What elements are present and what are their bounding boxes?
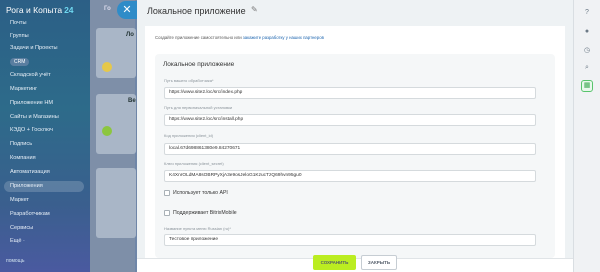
partners-link[interactable]: закажите разработку у наших партнеров [243, 35, 324, 40]
sidebar-item-kedo[interactable]: КЭДО + Госключ [10, 127, 53, 133]
sidebar-item-groups[interactable]: Группы [10, 33, 29, 39]
close-button[interactable]: ЗАКРЫТЬ [361, 255, 397, 270]
sidebar-item-crm[interactable]: CRM [10, 58, 30, 66]
portal-logo[interactable]: Рога и Копыта 24 [6, 5, 74, 15]
background-app-icon [102, 126, 112, 136]
background-card-title: Ло [126, 32, 134, 38]
sidebar-item-developers[interactable]: Разработчикам [10, 211, 50, 217]
sidebar-item-company[interactable]: Компания [10, 155, 36, 161]
sidebar-item-market[interactable]: Маркет [10, 197, 29, 203]
background-heading: Го [104, 6, 111, 12]
client-id-label: Код приложения (client_id) [164, 133, 214, 138]
handler-path-input[interactable]: https://www.site2.loc/src/index.php [164, 87, 536, 99]
api-only-row[interactable]: Использует только API [164, 190, 228, 196]
sidebar-item-services[interactable]: Сервисы [10, 225, 33, 231]
background-card [96, 168, 136, 238]
install-path-label: Путь для первоначальной установки [164, 105, 233, 110]
panel-content: Создайте приложение самостоятельно или з… [145, 26, 565, 258]
search-icon[interactable]: ⌕ [582, 63, 592, 73]
panel-title: Локальное приложение [147, 6, 246, 16]
mobile-row[interactable]: Поддерживает BitrixMobile [164, 210, 237, 216]
sidebar-item-pochty[interactable]: Почты [10, 20, 27, 26]
sidebar-item-apps[interactable]: Приложения [10, 183, 43, 189]
sidebar-item-sites[interactable]: Сайты и Магазины [10, 114, 59, 120]
sidebar-item-signature[interactable]: Подпись [10, 141, 32, 147]
slider-panel: Локальное приложение ✎ Создайте приложен… [137, 0, 573, 272]
apps-icon[interactable]: ▦ [581, 80, 593, 92]
client-id-input[interactable]: local.67d698861380e9.84270671 [164, 143, 536, 155]
api-only-checkbox[interactable] [164, 190, 170, 196]
save-button[interactable]: СОХРАНИТЬ [313, 255, 356, 270]
background-card-title: Ве [128, 98, 136, 104]
right-toolbar: ? ● ◷ ⌕ ▦ [573, 0, 600, 272]
install-path-input[interactable]: https://www.site2.loc/src/install.php [164, 114, 536, 126]
edit-title-icon[interactable]: ✎ [251, 5, 258, 14]
sidebar-help-link[interactable]: помощь [6, 258, 24, 264]
api-only-label: Использует только API [173, 190, 228, 196]
sidebar-item-automation[interactable]: Автоматизация [10, 169, 50, 175]
section-title: Локальное приложение [163, 61, 235, 68]
logo-text: Рога и Копыта [6, 5, 63, 15]
sidebar-item-more[interactable]: Ещё · [10, 238, 25, 244]
menu-name-label: Название пункта меню Russian (ru)* [164, 226, 231, 231]
close-icon: ✕ [122, 4, 132, 16]
background-app-icon [102, 62, 112, 72]
portal-sidebar: Рога и Копыта 24 Почты Группы Задачи и Пр… [0, 0, 90, 272]
intro-text: Создайте приложение самостоятельно или з… [155, 35, 324, 40]
menu-name-input[interactable]: Тестовое приложение [164, 234, 536, 246]
mobile-checkbox[interactable] [164, 210, 170, 216]
handler-path-label: Путь вашего обработчика* [164, 78, 214, 83]
help-icon[interactable]: ? [582, 8, 592, 18]
logo-number: 24 [64, 5, 74, 15]
client-secret-input[interactable]: K4XnrOLdMA8sOBRPyXjA3e9osJeloG1KzucTzQ69… [164, 170, 536, 182]
sidebar-item-tasks[interactable]: Задачи и Проекты [10, 45, 57, 51]
client-secret-label: Ключ приложения (client_secret) [164, 161, 224, 166]
sidebar-item-app-nm[interactable]: Приложение НМ [10, 100, 53, 106]
bell-icon[interactable]: ● [582, 27, 592, 37]
app-form: Локальное приложение Путь вашего обработ… [155, 54, 555, 258]
slider-close-button[interactable]: ✕ [117, 1, 137, 19]
intro-plain-text: Создайте приложение самостоятельно или [155, 35, 243, 40]
sidebar-item-warehouse[interactable]: Складской учёт [10, 72, 51, 78]
mobile-label: Поддерживает BitrixMobile [173, 210, 237, 216]
clock-icon[interactable]: ◷ [582, 46, 592, 56]
sidebar-item-marketing[interactable]: Маркетинг [10, 86, 37, 92]
